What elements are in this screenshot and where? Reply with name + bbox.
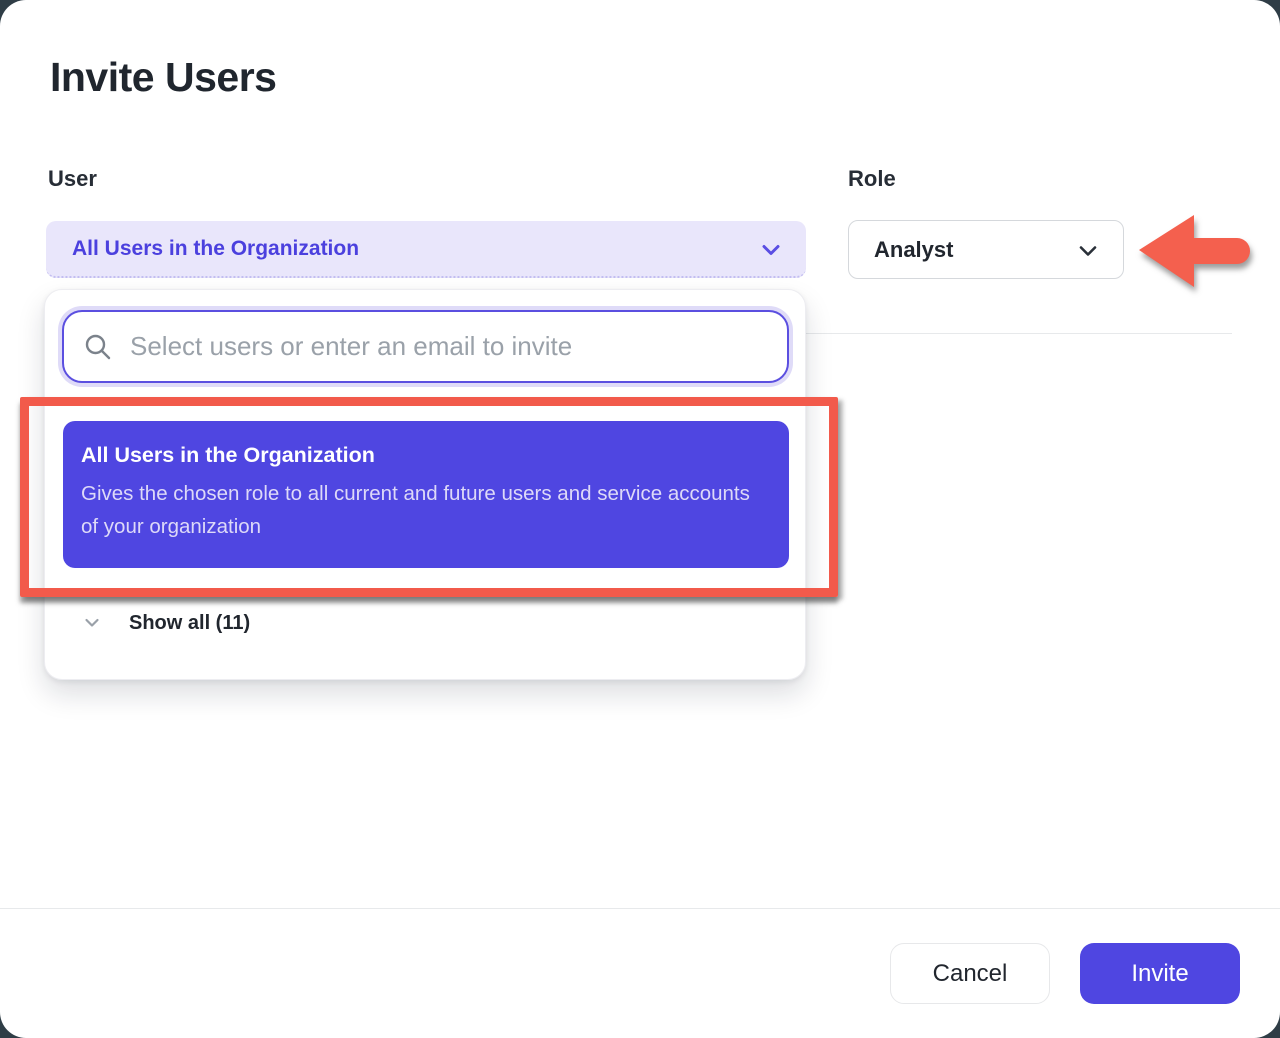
user-search-box[interactable]	[62, 310, 789, 383]
footer-divider	[0, 908, 1280, 909]
option-title: All Users in the Organization	[81, 443, 759, 468]
show-all-label: Show all (11)	[129, 612, 250, 635]
annotation-arrow-left-icon	[1134, 206, 1260, 307]
user-select-value: All Users in the Organization	[72, 237, 359, 261]
user-dropdown-panel: All Users in the Organization Gives the …	[44, 289, 806, 680]
page-title: Invite Users	[50, 54, 276, 101]
user-field-label: User	[48, 166, 97, 192]
invite-users-modal: Invite Users User Role All Users in the …	[0, 0, 1280, 1038]
user-select-trigger[interactable]: All Users in the Organization	[46, 221, 806, 278]
role-field-label: Role	[848, 166, 896, 192]
role-select-value: Analyst	[874, 237, 953, 263]
role-select-trigger[interactable]: Analyst	[848, 220, 1124, 279]
option-description: Gives the chosen role to all current and…	[81, 477, 753, 543]
search-input[interactable]	[128, 330, 752, 363]
invite-button[interactable]: Invite	[1080, 943, 1240, 1004]
chevron-down-icon	[760, 239, 782, 266]
search-icon	[83, 332, 113, 362]
chevron-down-icon	[1077, 240, 1099, 267]
show-all-toggle[interactable]: Show all (11)	[45, 598, 805, 648]
chevron-down-icon	[83, 614, 101, 632]
dropdown-option-all-users[interactable]: All Users in the Organization Gives the …	[63, 421, 789, 568]
cancel-button[interactable]: Cancel	[890, 943, 1050, 1004]
